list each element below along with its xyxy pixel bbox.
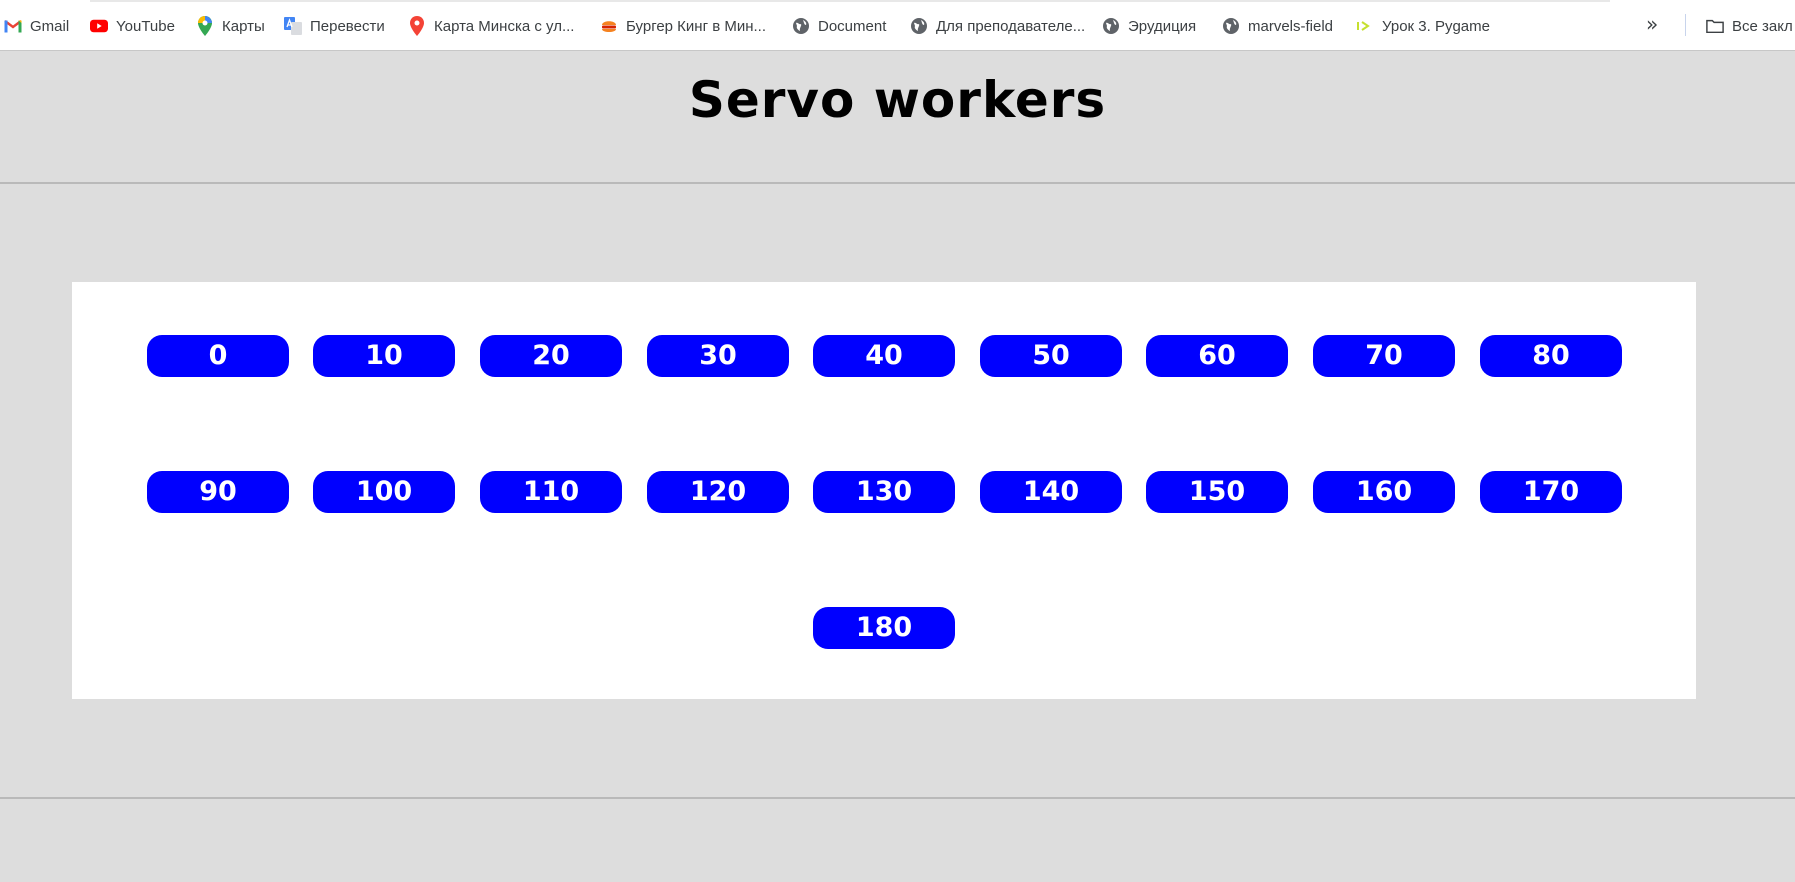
angle-button-50[interactable]: 50 (980, 335, 1122, 377)
bookmark-label: Карты (222, 17, 265, 35)
page-title: Servo workers (688, 71, 1107, 129)
bookmark-label: YouTube (116, 17, 175, 35)
all-bookmarks-label: Все закл (1732, 17, 1793, 35)
bookmark-maps[interactable]: Карты (196, 14, 265, 38)
angle-button-0[interactable]: 0 (147, 335, 289, 377)
angle-button-30[interactable]: 30 (647, 335, 789, 377)
angle-button-120[interactable]: 120 (647, 471, 789, 513)
bookmark-youtube[interactable]: YouTube (90, 14, 175, 38)
globe-icon (1102, 17, 1120, 35)
angle-button-10[interactable]: 10 (313, 335, 455, 377)
bookmark-burger-king[interactable]: Бургер Кинг в Мин... (600, 14, 766, 38)
gmail-icon (4, 17, 22, 35)
angle-button-170[interactable]: 170 (1480, 471, 1622, 513)
bookmarks-bar: Gmail YouTube Карты Перевести Карта Минс… (0, 0, 1795, 51)
code-arrow-icon (1356, 17, 1374, 35)
bookmark-translate[interactable]: Перевести (284, 14, 385, 38)
angle-button-90[interactable]: 90 (147, 471, 289, 513)
bookmark-label: Для преподавателе... (936, 17, 1086, 35)
angle-button-40[interactable]: 40 (813, 335, 955, 377)
bookmarks-divider (1685, 14, 1686, 36)
bookmarks-overflow-button[interactable]: » (1646, 12, 1658, 36)
bookmark-pygame-lesson[interactable]: Урок 3. Pygame (1356, 14, 1490, 38)
all-bookmarks-button[interactable]: Все закл (1706, 14, 1793, 38)
bookmark-minsk-map[interactable]: Карта Минска с ул... (408, 14, 574, 38)
bookmark-label: Document (818, 17, 887, 35)
bookmark-label: Эрудиция (1128, 17, 1197, 35)
angle-button-80[interactable]: 80 (1480, 335, 1622, 377)
angle-button-110[interactable]: 110 (480, 471, 622, 513)
globe-icon (910, 17, 928, 35)
bookmark-gmail[interactable]: Gmail (4, 14, 69, 38)
youtube-icon (90, 17, 108, 35)
page-header: Servo workers (0, 51, 1795, 184)
angle-button-20[interactable]: 20 (480, 335, 622, 377)
map-marker-icon (408, 16, 426, 36)
angle-button-150[interactable]: 150 (1146, 471, 1288, 513)
bookmark-label: Урок 3. Pygame (1382, 17, 1490, 35)
maps-pin-icon (196, 16, 214, 36)
tab-strip-edge (90, 0, 1610, 2)
angle-button-180[interactable]: 180 (813, 607, 955, 649)
bookmark-marvels-field[interactable]: marvels-field (1222, 14, 1333, 38)
bookmark-label: Перевести (310, 17, 385, 35)
bookmark-label: Gmail (30, 17, 70, 35)
angle-button-130[interactable]: 130 (813, 471, 955, 513)
angle-button-160[interactable]: 160 (1313, 471, 1455, 513)
bookmark-label: Бургер Кинг в Мин... (626, 17, 767, 35)
bookmark-label: marvels-field (1248, 17, 1334, 35)
bookmark-document[interactable]: Document (792, 14, 886, 38)
angle-buttons-panel: 0 10 20 30 40 50 60 70 80 90 100 110 120… (72, 282, 1696, 699)
globe-icon (1222, 17, 1240, 35)
angle-button-140[interactable]: 140 (980, 471, 1122, 513)
angle-button-70[interactable]: 70 (1313, 335, 1455, 377)
translate-icon (284, 17, 302, 35)
bookmark-label: Карта Минска с ул... (434, 17, 575, 35)
folder-icon (1706, 17, 1724, 35)
footer-divider (0, 797, 1795, 799)
angle-button-60[interactable]: 60 (1146, 335, 1288, 377)
bookmark-teachers[interactable]: Для преподавателе... (910, 14, 1085, 38)
angle-button-100[interactable]: 100 (313, 471, 455, 513)
burger-king-icon (600, 17, 618, 35)
bookmark-erudition[interactable]: Эрудиция (1102, 14, 1196, 38)
globe-icon (792, 17, 810, 35)
